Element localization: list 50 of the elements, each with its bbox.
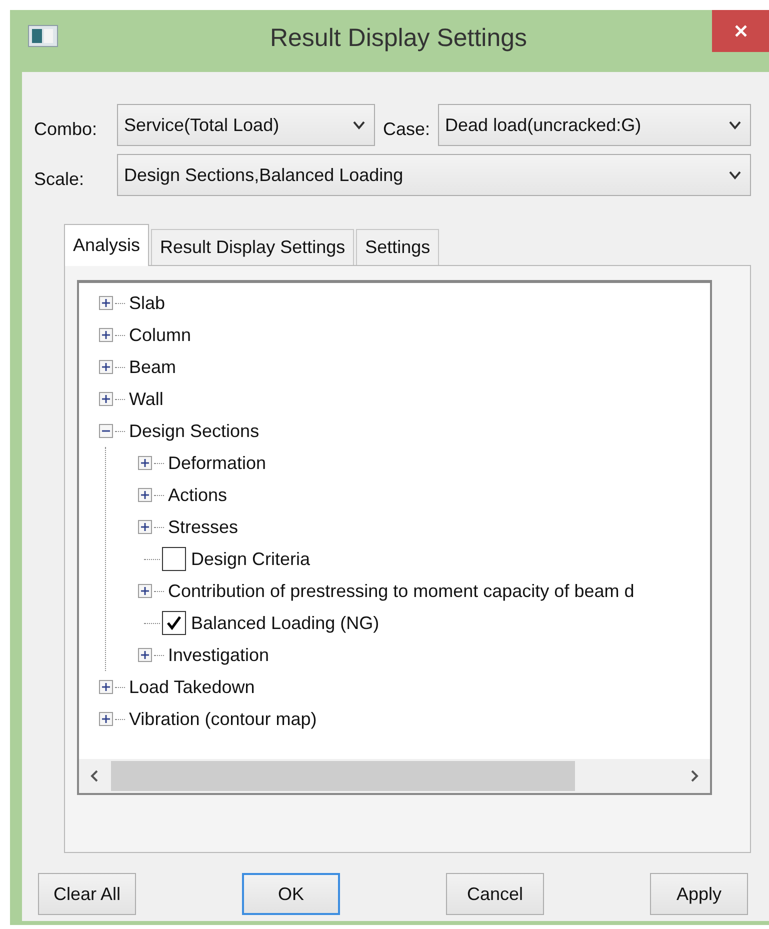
checkmark-icon [165,614,183,632]
tree-item[interactable]: Load Takedown [129,676,255,698]
case-dropdown[interactable]: Dead load(uncracked:G) [438,104,751,146]
combo-dropdown[interactable]: Service(Total Load) [117,104,375,146]
close-icon [732,23,748,39]
expand-icon[interactable] [99,360,113,374]
tree-item[interactable]: Beam [129,356,176,378]
expand-icon[interactable] [138,456,152,470]
tree-item[interactable]: Design Sections [129,420,260,442]
expand-icon[interactable] [99,296,113,310]
expand-icon[interactable] [138,648,152,662]
tab[interactable]: Settings [356,229,440,265]
chevron-down-icon [728,170,742,180]
dialog-button[interactable]: OK [242,873,340,915]
expand-icon[interactable] [99,392,113,406]
tree-item[interactable]: Actions [168,484,228,506]
expand-icon[interactable] [99,712,113,726]
checkbox[interactable] [162,611,186,635]
tree-item[interactable]: Contribution of prestressing to moment capacity of beam d [168,580,634,602]
tree-item[interactable]: Deformation [168,452,266,474]
app-icon [28,25,58,47]
expand-icon[interactable] [138,520,152,534]
chevron-down-icon [352,120,366,130]
field-label: Scale: [34,168,86,190]
close-button[interactable] [712,10,769,52]
tab[interactable]: Result Display Settings [151,229,354,265]
collapse-icon[interactable] [99,424,113,438]
expand-icon[interactable] [138,488,152,502]
tree-item[interactable]: Column [129,324,192,346]
scale-dropdown[interactable]: Design Sections,Balanced Loading [117,154,751,196]
window-title: Result Display Settings [268,24,528,52]
expand-icon[interactable] [99,680,113,694]
dialog-button[interactable]: Apply [650,873,748,915]
tree-item[interactable]: Design Criteria [191,548,310,570]
tree-item[interactable]: Wall [129,388,164,410]
tab[interactable]: Analysis [64,224,150,266]
tree-item[interactable]: Vibration (contour map) [129,708,317,730]
horizontal-scrollbar[interactable] [79,759,710,793]
dialog-button[interactable]: Clear All [38,873,136,915]
expand-icon[interactable] [138,584,152,598]
tree-item[interactable]: Slab [129,292,166,314]
checkbox[interactable] [162,547,186,571]
chevron-down-icon [728,120,742,130]
dialog-button[interactable]: Cancel [446,873,544,915]
tree-item[interactable]: Balanced Loading (NG) [191,612,380,634]
expand-icon[interactable] [99,328,113,342]
tree-item[interactable]: Investigation [168,644,270,666]
field-label: Case: [383,118,430,140]
field-label: Combo: [34,118,98,140]
tree-item[interactable]: Stresses [168,516,238,538]
